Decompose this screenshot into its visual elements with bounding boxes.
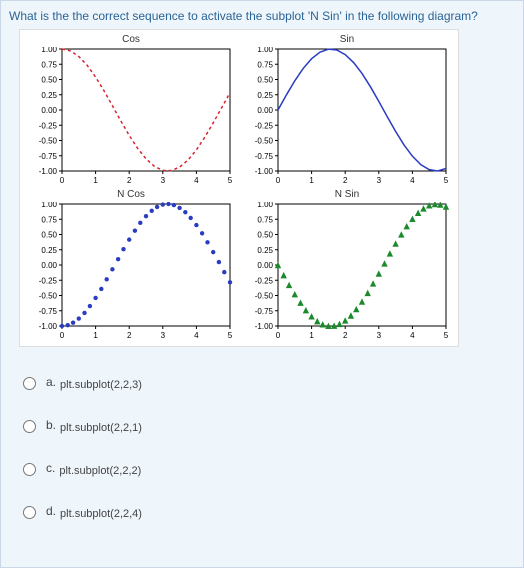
subplot-cos: Cos -1.00 -0.75 -0.50 -0.25 0.00 0.25 0.50 0.75… xyxy=(24,34,238,187)
svg-text:0.25: 0.25 xyxy=(41,246,57,255)
radio-c[interactable] xyxy=(23,463,36,476)
subplot-grid: Cos -1.00 -0.75 -0.50 -0.25 0.00 0.25 0.50 0.75… xyxy=(24,34,454,342)
subplot-ncos: N Cos -1.00 -0.75 -0.50 -0.25 0.00 0.25 0.50 0.… xyxy=(24,189,238,342)
svg-text:0.00: 0.00 xyxy=(257,106,273,115)
svg-text:-0.25: -0.25 xyxy=(255,276,274,285)
svg-text:1.00: 1.00 xyxy=(257,202,273,209)
svg-text:0: 0 xyxy=(276,331,281,340)
subplot-title: N Cos xyxy=(117,189,145,201)
svg-text:4: 4 xyxy=(410,331,415,340)
svg-text:2: 2 xyxy=(343,331,348,340)
subplot-sin: Sin -1.00 -0.75 -0.50 -0.25 0.00 0.25 0.50 0.75… xyxy=(240,34,454,187)
svg-text:1.00: 1.00 xyxy=(257,47,273,54)
svg-text:5: 5 xyxy=(228,176,233,185)
svg-text:0.75: 0.75 xyxy=(257,60,273,69)
answer-options: a. plt.subplot(2,2,3) b. plt.subplot(2,2… xyxy=(23,375,515,519)
subplot-title: Cos xyxy=(122,34,140,46)
option-d[interactable]: d. plt.subplot(2,2,4) xyxy=(23,504,515,519)
quiz-card: What is the the correct sequence to acti… xyxy=(0,0,524,568)
svg-text:0.50: 0.50 xyxy=(41,76,57,85)
svg-text:-0.50: -0.50 xyxy=(255,292,274,301)
svg-text:3: 3 xyxy=(377,176,382,185)
svg-text:1: 1 xyxy=(309,176,314,185)
svg-text:0.75: 0.75 xyxy=(41,215,57,224)
svg-text:4: 4 xyxy=(410,176,415,185)
svg-text:-0.75: -0.75 xyxy=(255,307,274,316)
svg-text:3: 3 xyxy=(161,176,166,185)
option-c[interactable]: c. plt.subplot(2,2,2) xyxy=(23,461,515,476)
svg-text:1.00: 1.00 xyxy=(41,202,57,209)
plot-ncos: -1.00 -0.75 -0.50 -0.25 0.00 0.25 0.50 0.75 1.00… xyxy=(26,202,236,342)
svg-text:2: 2 xyxy=(127,176,132,185)
svg-text:0.50: 0.50 xyxy=(257,231,273,240)
svg-text:-1.00: -1.00 xyxy=(255,167,274,176)
svg-text:-0.25: -0.25 xyxy=(39,276,58,285)
svg-text:1: 1 xyxy=(309,331,314,340)
radio-a[interactable] xyxy=(23,377,36,390)
svg-text:2: 2 xyxy=(343,176,348,185)
svg-text:1.00: 1.00 xyxy=(41,47,57,54)
option-a[interactable]: a. plt.subplot(2,2,3) xyxy=(23,375,515,390)
svg-text:-0.75: -0.75 xyxy=(255,152,274,161)
radio-b[interactable] xyxy=(23,420,36,433)
option-text: plt.subplot(2,2,2) xyxy=(59,465,141,477)
svg-text:-0.25: -0.25 xyxy=(255,121,274,130)
svg-text:3: 3 xyxy=(161,331,166,340)
svg-text:-0.75: -0.75 xyxy=(39,152,58,161)
option-letter: a. xyxy=(46,375,56,389)
svg-text:0.50: 0.50 xyxy=(41,231,57,240)
question-text: What is the the correct sequence to acti… xyxy=(9,9,515,23)
svg-text:0.00: 0.00 xyxy=(41,106,57,115)
figure-panel: Cos -1.00 -0.75 -0.50 -0.25 0.00 0.25 0.50 0.75… xyxy=(19,29,459,347)
plot-nsin: -1.00 -0.75 -0.50 -0.25 0.00 0.25 0.50 0.75 1.00… xyxy=(242,202,452,342)
svg-text:-0.50: -0.50 xyxy=(39,292,58,301)
option-text: plt.subplot(2,2,1) xyxy=(60,422,142,434)
svg-text:-1.00: -1.00 xyxy=(255,322,274,331)
svg-text:0.25: 0.25 xyxy=(41,91,57,100)
svg-text:2: 2 xyxy=(127,331,132,340)
plot-cos: -1.00 -0.75 -0.50 -0.25 0.00 0.25 0.50 0.75 1.00… xyxy=(26,47,236,187)
svg-text:-1.00: -1.00 xyxy=(39,322,58,331)
option-letter: d. xyxy=(46,504,56,518)
plot-sin: -1.00 -0.75 -0.50 -0.25 0.00 0.25 0.50 0.75 1.00… xyxy=(242,47,452,187)
svg-text:0.50: 0.50 xyxy=(257,76,273,85)
svg-text:0.75: 0.75 xyxy=(257,215,273,224)
svg-text:-0.50: -0.50 xyxy=(39,137,58,146)
svg-text:4: 4 xyxy=(194,331,199,340)
svg-text:0.25: 0.25 xyxy=(257,246,273,255)
svg-text:-0.75: -0.75 xyxy=(39,307,58,316)
svg-text:-0.50: -0.50 xyxy=(255,137,274,146)
svg-text:4: 4 xyxy=(194,176,199,185)
svg-text:0.00: 0.00 xyxy=(257,261,273,270)
svg-text:1: 1 xyxy=(93,176,98,185)
subplot-title: Sin xyxy=(340,34,354,46)
subplot-title: N Sin xyxy=(335,189,359,201)
subplot-nsin: N Sin -1.00 -0.75 -0.50 -0.25 0.00 0.25 0.50 0.… xyxy=(240,189,454,342)
svg-text:-1.00: -1.00 xyxy=(39,167,58,176)
svg-text:0.75: 0.75 xyxy=(41,60,57,69)
svg-text:-0.25: -0.25 xyxy=(39,121,58,130)
svg-text:0.00: 0.00 xyxy=(41,261,57,270)
radio-d[interactable] xyxy=(23,506,36,519)
option-letter: c. xyxy=(46,461,55,475)
svg-text:5: 5 xyxy=(444,331,449,340)
option-letter: b. xyxy=(46,418,56,432)
option-text: plt.subplot(2,2,4) xyxy=(60,508,142,520)
svg-text:0: 0 xyxy=(60,331,65,340)
svg-text:1: 1 xyxy=(93,331,98,340)
option-b[interactable]: b. plt.subplot(2,2,1) xyxy=(23,418,515,433)
svg-text:5: 5 xyxy=(228,331,233,340)
option-text: plt.subplot(2,2,3) xyxy=(60,379,142,391)
svg-text:5: 5 xyxy=(444,176,449,185)
svg-text:3: 3 xyxy=(377,331,382,340)
svg-text:0: 0 xyxy=(276,176,281,185)
svg-text:0: 0 xyxy=(60,176,65,185)
svg-text:0.25: 0.25 xyxy=(257,91,273,100)
